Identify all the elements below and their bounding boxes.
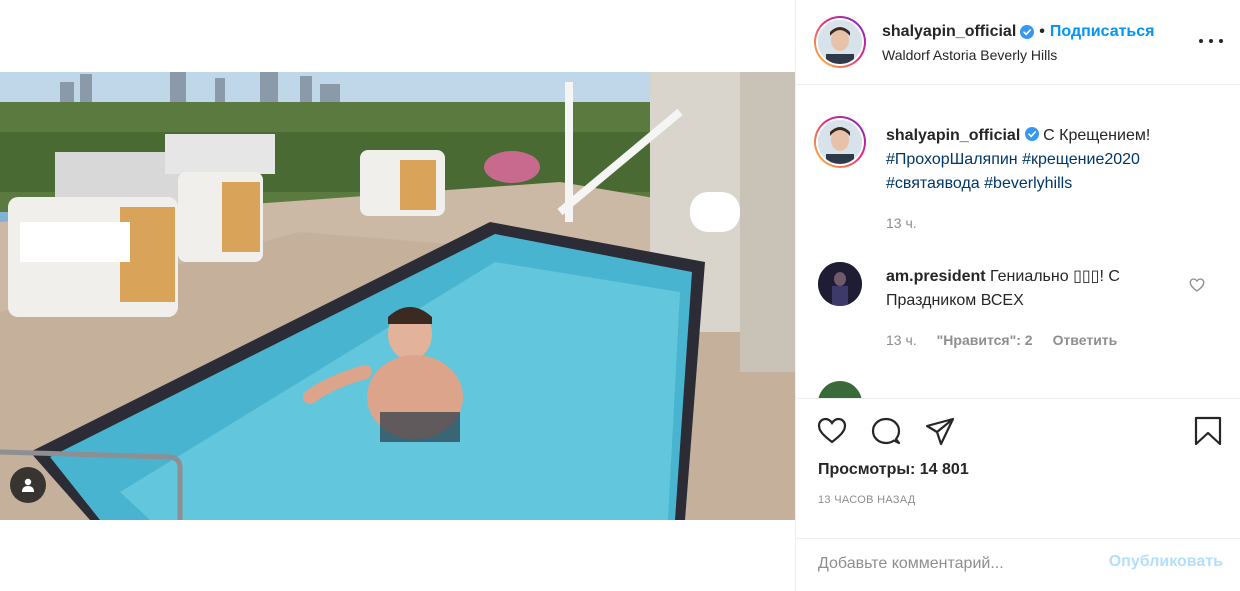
caption-time[interactable]: 13 ч.: [886, 215, 917, 231]
bookmark-icon[interactable]: [1192, 415, 1224, 447]
caption: shalyapin_official С Крещением! #ПрохорШ…: [886, 124, 1216, 196]
comment-composer: Опубликовать: [796, 538, 1240, 591]
comment-body: am.president Гениально ▯▯▯! С Праздником…: [886, 265, 1176, 313]
comment-avatar[interactable]: [818, 381, 862, 398]
comment-avatar[interactable]: [818, 262, 862, 306]
paper-plane-icon[interactable]: [924, 415, 956, 447]
header-separator: •: [1039, 23, 1045, 40]
comment-input[interactable]: [818, 551, 1098, 577]
post-header: shalyapin_official • Подписаться Waldorf…: [796, 0, 1240, 85]
heart-icon[interactable]: [816, 415, 848, 447]
post-actions: Просмотры: 14 801 13 ЧАСОВ НАЗАД: [796, 398, 1240, 538]
tag-user-button[interactable]: [10, 467, 46, 503]
verified-badge-icon: [1020, 25, 1035, 39]
hashtag-link[interactable]: #крещение2020: [1022, 151, 1140, 168]
header-user-row: shalyapin_official • Подписаться: [882, 23, 1155, 41]
caption-username[interactable]: shalyapin_official: [886, 127, 1020, 144]
comment-reply-button[interactable]: Ответить: [1053, 332, 1118, 348]
comment-username[interactable]: am.president: [886, 268, 986, 285]
more-options-icon[interactable]: [1199, 33, 1223, 49]
hashtag-link[interactable]: #ПрохорШаляпин: [886, 151, 1018, 168]
hashtag-link[interactable]: #beverlyhills: [984, 175, 1072, 192]
comment-likes[interactable]: "Нравится": 2: [937, 332, 1033, 348]
user-tag-icon: [22, 478, 34, 492]
comments-list[interactable]: shalyapin_official С Крещением! #ПрохорШ…: [796, 86, 1240, 398]
comment-bubble-icon[interactable]: [870, 415, 902, 447]
video-frame: [0, 72, 795, 520]
comment-time[interactable]: 13 ч.: [886, 332, 917, 348]
comment-like-heart-icon[interactable]: [1188, 276, 1206, 294]
caption-avatar[interactable]: [814, 116, 866, 168]
caption-text: С Крещением!: [1043, 127, 1151, 144]
hashtag-link[interactable]: #святаявода: [886, 175, 980, 192]
header-username[interactable]: shalyapin_official: [882, 23, 1016, 41]
comment-meta: 13 ч. "Нравится": 2 Ответить: [886, 332, 1117, 348]
location-link[interactable]: Waldorf Astoria Beverly Hills: [882, 47, 1057, 63]
post-timestamp[interactable]: 13 ЧАСОВ НАЗАД: [818, 494, 916, 506]
video-player[interactable]: [0, 72, 795, 520]
post-sidebar: shalyapin_official • Подписаться Waldorf…: [795, 0, 1240, 591]
verified-badge-icon: [1024, 127, 1039, 141]
media-pane: [0, 0, 795, 591]
post-comment-button[interactable]: Опубликовать: [1109, 553, 1223, 571]
follow-button[interactable]: Подписаться: [1050, 23, 1155, 41]
views-count[interactable]: Просмотры: 14 801: [818, 461, 969, 479]
header-avatar[interactable]: [814, 16, 866, 68]
